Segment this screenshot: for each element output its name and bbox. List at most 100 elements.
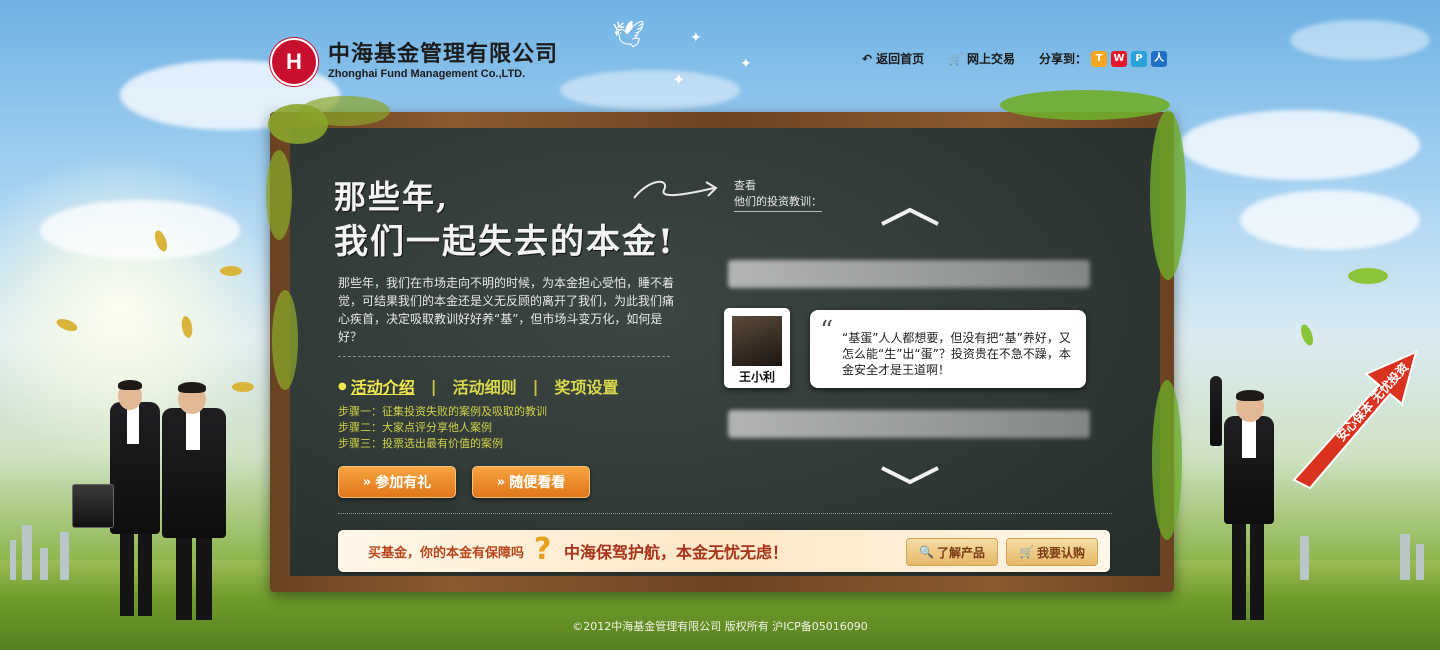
vine-leaves	[1000, 90, 1170, 120]
search-icon: 🔍	[919, 545, 934, 559]
dashed-divider	[338, 356, 670, 357]
hair	[1236, 390, 1264, 401]
businessmen-illustration	[72, 380, 240, 620]
shirt	[127, 404, 139, 444]
tencent-weibo-icon[interactable]: T	[1091, 50, 1108, 67]
back-arrow-icon: ↶	[862, 51, 873, 66]
leaf	[1348, 268, 1388, 284]
building	[1416, 544, 1424, 580]
cloud	[1240, 190, 1420, 250]
tab-activity-intro[interactable]: 活动介绍	[351, 374, 415, 398]
join-button[interactable]: » 参加有礼	[338, 466, 456, 498]
step-item: 步骤一：征集投资失败的案例及吸取的教训	[338, 405, 547, 418]
sina-weibo-icon[interactable]: W	[1111, 50, 1128, 67]
subscribe-label: 我要认购	[1036, 545, 1085, 560]
growth-arrow-icon: 安心保本 无忧投资	[1292, 350, 1418, 490]
share-group: 分享到： T W P 人	[1039, 50, 1168, 67]
double-chevron-icon: »	[362, 474, 372, 490]
company-logo[interactable]: H 中海基金管理有限公司 Zhonghai Fund Management Co…	[270, 38, 558, 86]
shirt	[186, 410, 200, 450]
cloud	[40, 200, 240, 260]
avatar-name: 王小利	[738, 370, 775, 384]
bird-icon: ✦	[740, 56, 752, 72]
quote-text: “基蛋”人人都想要，但没有把“基”养好，又怎么能“生”出“蛋”？投资贵在不急不躁…	[842, 331, 1071, 377]
blurred-case-item[interactable]	[728, 410, 1090, 438]
step-item: 步骤二：大家点评分享他人案例	[338, 421, 492, 434]
board-title-line2: 我们一起失去的本金!	[334, 222, 675, 262]
tab-separator: |	[430, 376, 437, 396]
share-label: 分享到：	[1039, 52, 1088, 66]
double-chevron-icon: »	[496, 474, 506, 490]
vine-leaves	[300, 96, 390, 126]
company-name-cn: 中海基金管理有限公司	[328, 42, 559, 67]
view-label-line1: 查看	[734, 179, 756, 192]
qzone-icon[interactable]: P	[1131, 50, 1148, 67]
nav-online-trade-link[interactable]: 🛒 网上交易	[948, 50, 1015, 67]
tab-activity-rules[interactable]: 活动细则	[453, 374, 517, 398]
building	[1400, 534, 1410, 580]
leaf	[220, 266, 242, 276]
board-intro-text: 那些年，我们在市场走向不明的时候，为本金担心受怕，睡不着觉，可结果我们的本金还是…	[338, 276, 675, 344]
copyright-footer: ©2012中海基金管理有限公司 版权所有 沪ICP备05016090	[572, 620, 868, 633]
cloud	[1180, 110, 1420, 180]
building	[40, 548, 48, 580]
renren-icon[interactable]: 人	[1151, 50, 1168, 67]
activity-tabs: ● 活动介绍 | 活动细则 | 奖项设置	[338, 374, 618, 398]
tab-separator: |	[532, 376, 539, 396]
join-button-label: 参加有礼	[375, 475, 432, 491]
vine-leaves	[272, 290, 298, 390]
promo-banner: 买基金，你的本金有保障吗 ? 中海保驾护航，本金无忧无虑！ 🔍 了解产品 🛒 我…	[338, 530, 1110, 572]
top-nav: ↶ 返回首页 🛒 网上交易 分享到： T W P 人	[862, 50, 1168, 67]
quote-bubble[interactable]: “ “基蛋”人人都想要，但没有把“基”养好，又怎么能“生”出“蛋”？投资贵在不急…	[810, 310, 1086, 388]
blurred-case-item[interactable]	[728, 260, 1090, 288]
scroll-up-arrow-icon[interactable]	[880, 206, 940, 226]
bird-icon: ✦	[690, 30, 702, 46]
subscribe-button[interactable]: 🛒 我要认购	[1006, 538, 1098, 566]
raised-arm	[1210, 376, 1222, 446]
banner-slogan: 中海保驾护航，本金无忧无虑！	[564, 543, 789, 562]
building	[10, 540, 16, 580]
cart-icon: 🛒	[1019, 545, 1034, 559]
learn-product-label: 了解产品	[936, 545, 985, 560]
logo-text: 中海基金管理有限公司 Zhonghai Fund Management Co.,…	[328, 43, 558, 81]
leg	[138, 530, 152, 616]
hair	[118, 380, 142, 390]
cloud	[560, 70, 740, 110]
nav-trade-label: 网上交易	[967, 52, 1016, 66]
leg	[120, 530, 134, 616]
steps-list: 步骤一：征集投资失败的案例及吸取的教训 步骤二：大家点评分享他人案例 步骤三：投…	[338, 404, 547, 452]
cart-icon: 🛒	[948, 51, 964, 66]
avatar-card[interactable]: 王小利	[724, 308, 790, 388]
briefcase-icon	[72, 484, 114, 528]
browse-button-label: 随便看看	[509, 475, 566, 491]
tab-prize-settings[interactable]: 奖项设置	[554, 374, 618, 398]
leg	[196, 530, 212, 620]
scroll-down-arrow-icon[interactable]	[880, 466, 940, 486]
leg	[1250, 516, 1264, 620]
shirt	[1242, 418, 1256, 458]
browse-button[interactable]: » 随便看看	[472, 466, 590, 498]
leg	[176, 530, 192, 620]
learn-product-button[interactable]: 🔍 了解产品	[906, 538, 998, 566]
banner-question-text: 买基金，你的本金有保障吗	[368, 546, 525, 561]
view-label-line2: 他们的投资教训：	[734, 194, 822, 212]
board-title-line1: 那些年,	[334, 178, 450, 216]
bird-icon: ✦	[672, 70, 686, 89]
nav-home-link[interactable]: ↶ 返回首页	[862, 50, 924, 67]
quote-icon: “	[820, 316, 834, 346]
nav-home-label: 返回首页	[876, 52, 925, 66]
view-lessons-label: 查看 他们的投资教训：	[734, 178, 822, 212]
building	[22, 525, 32, 580]
building	[60, 532, 69, 580]
curly-arrow-icon	[633, 180, 718, 199]
company-name-en: Zhonghai Fund Management Co.,LTD.	[328, 68, 526, 80]
vine-leaves	[266, 150, 292, 240]
cloud	[1290, 20, 1430, 60]
leg	[1232, 516, 1246, 620]
hair	[178, 382, 206, 393]
question-mark-icon: ?	[534, 532, 552, 567]
avatar	[732, 316, 782, 366]
step-item: 步骤三：投票选出最有价值的案例	[338, 437, 503, 450]
logo-mark-icon: H	[270, 38, 318, 86]
vine-leaves	[1150, 110, 1186, 280]
